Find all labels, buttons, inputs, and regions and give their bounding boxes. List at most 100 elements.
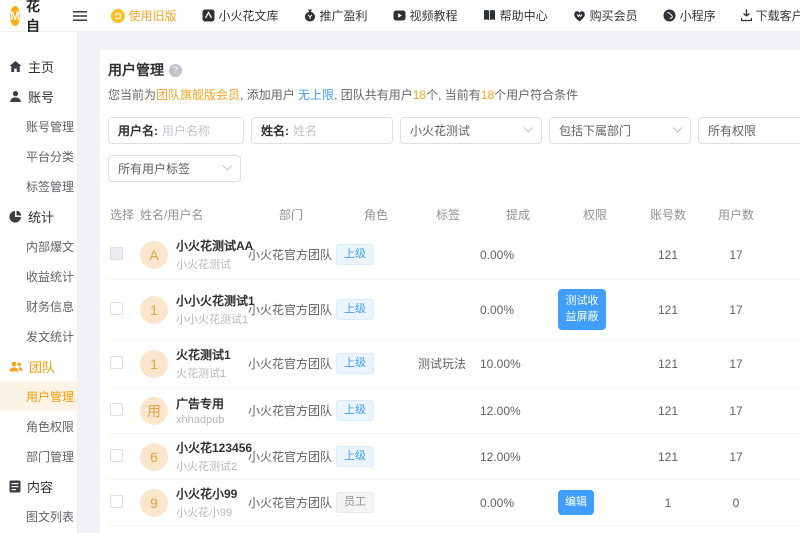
moneybag-icon (304, 9, 316, 22)
name-field[interactable]: 姓名: 姓名 (251, 117, 393, 144)
help-book-icon (483, 9, 496, 22)
nav-item-old-version[interactable]: 使用旧版 (111, 7, 177, 24)
table-row: 哈 小火花测试哈哈哈 测试哈哈 小火花官方团队 员工 0.00% 1 0 (108, 526, 800, 533)
tag-cell: 测试玩法 (416, 355, 478, 372)
accounts-cell: 121 (632, 404, 702, 418)
row-checkbox[interactable] (110, 302, 123, 315)
nav-item-download-client[interactable]: 下载客户端 (741, 7, 800, 24)
sidebar-item-tag-management[interactable]: 标签管理 (0, 171, 77, 201)
user-subname: 小火花小99 (176, 504, 237, 520)
sidebar: 主页 账号 账号管理 平台分类 标签管理 统计 内部爆文 收益统计 财务信息 发… (0, 32, 78, 533)
user-subname: xhhadpub (176, 414, 224, 426)
role-badge: 上级 (336, 244, 374, 265)
commission-cell: 0.00% (478, 248, 556, 262)
avatar: 用 (140, 397, 168, 425)
app-logo-icon: M (10, 6, 20, 26)
role-badge: 上级 (336, 400, 374, 421)
row-checkbox[interactable] (110, 356, 123, 369)
top-navbar: M 小火花自媒体 使用旧版 小火花文库 (0, 0, 800, 32)
download-icon (741, 9, 752, 22)
permission-cell: 测试收益屏蔽 (556, 289, 632, 330)
department-select[interactable]: 小火花测试 (400, 117, 542, 144)
navbar-items: 使用旧版 小火花文库 推广盈利 视频教程 (111, 7, 800, 24)
sidebar-item-user-management[interactable]: 用户管理 (0, 381, 77, 411)
sidebar-item-statistics[interactable]: 统计 (0, 201, 77, 231)
commission-cell: 10.00% (478, 357, 556, 371)
sidebar-item-article-list[interactable]: 图文列表 (0, 501, 77, 531)
avatar: A (140, 241, 168, 269)
content-icon (9, 480, 21, 493)
sidebar-item-post-statistics[interactable]: 发文统计 (0, 321, 77, 351)
library-icon (202, 9, 215, 22)
row-checkbox[interactable] (110, 403, 123, 416)
row-checkbox[interactable] (110, 495, 123, 508)
user-management-card: 用户管理 ? 您当前为团队旗舰版会员, 添加用户 无上限, 团队共有用户18个,… (100, 50, 800, 533)
main-area: 用户管理 ? 您当前为团队旗舰版会员, 添加用户 无上限, 团队共有用户18个,… (78, 32, 800, 533)
help-icon[interactable]: ? (169, 64, 182, 77)
sidebar-item-financial-info[interactable]: 财务信息 (0, 291, 77, 321)
nav-item-library[interactable]: 小火花文库 (202, 7, 279, 24)
user-subname: 小火花测试2 (176, 458, 246, 474)
avatar: 6 (140, 443, 168, 471)
accounts-cell: 1 (632, 496, 702, 510)
filter-row-2: 所有用户标签 (108, 155, 800, 182)
filter-row-1: 用户名: 用户名称 姓名: 姓名 小火花测试 包括下属部门 所有权限 (108, 117, 800, 144)
nav-item-buy-membership[interactable]: 购买会员 (573, 7, 638, 24)
row-checkbox[interactable] (110, 247, 123, 260)
accounts-cell: 121 (632, 248, 702, 262)
chevron-down-icon (223, 161, 233, 171)
user-name: 小火花测试AA (176, 237, 246, 254)
team-icon (9, 360, 23, 373)
user-icon (9, 90, 22, 103)
commission-cell: 0.00% (478, 496, 556, 510)
sidebar-item-internal-hot-articles[interactable]: 内部爆文 (0, 231, 77, 261)
user-name: 火花测试1 (176, 346, 231, 363)
sidebar-item-team[interactable]: 团队 (0, 351, 77, 381)
nav-item-help-center[interactable]: 帮助中心 (483, 7, 548, 24)
user-name: 小小火花测试1 (176, 292, 246, 309)
edit-button[interactable]: 编辑 (558, 490, 594, 515)
table-row: 6 小火花123456 小火花测试2 小火花官方团队 上级 12.00% 121… (108, 434, 800, 480)
vip-icon (573, 10, 586, 22)
total-user-count: 18 (413, 88, 426, 102)
sidebar-item-revenue-statistics[interactable]: 收益统计 (0, 261, 77, 291)
dept-cell: 小火花官方团队 (246, 494, 334, 511)
sidebar-item-platform-category[interactable]: 平台分类 (0, 141, 77, 171)
dept-cell: 小火花官方团队 (246, 246, 334, 263)
accounts-cell: 121 (632, 450, 702, 464)
table-row: 1 小小火花测试1 小小火花测试1 小火花官方团队 上级 0.00% 测试收益屏… (108, 280, 800, 340)
dept-cell: 小火花官方团队 (246, 355, 334, 372)
username-field[interactable]: 用户名: 用户名称 (108, 117, 244, 144)
sidebar-item-account-management[interactable]: 账号管理 (0, 111, 77, 141)
user-subname: 火花测试1 (176, 365, 231, 381)
sidebar-item-content[interactable]: 内容 (0, 471, 77, 501)
role-badge: 上级 (336, 446, 374, 467)
users-cell: 17 (702, 357, 768, 371)
nav-item-mini-program[interactable]: 小程序 (663, 7, 716, 24)
pie-chart-icon (9, 210, 22, 223)
permission-button[interactable]: 测试收益屏蔽 (558, 289, 606, 330)
table-row: 用 广告专用 xhhadpub 小火花官方团队 上级 12.00% 121 17 (108, 388, 800, 434)
dept-cell: 小火花官方团队 (246, 402, 334, 419)
refresh-circle-icon (111, 9, 125, 23)
sidebar-item-department-management[interactable]: 部门管理 (0, 441, 77, 471)
chevron-down-icon (673, 123, 683, 133)
avatar: 1 (140, 296, 168, 324)
row-checkbox[interactable] (110, 449, 123, 462)
user-subname: 小火花测试 (176, 256, 246, 272)
nav-item-video-tutorial[interactable]: 视频教程 (393, 7, 458, 24)
accounts-cell: 121 (632, 303, 702, 317)
user-tag-select[interactable]: 所有用户标签 (108, 155, 241, 182)
menu-toggle-button[interactable] (73, 10, 87, 22)
users-cell: 0 (702, 496, 768, 510)
avatar: 9 (140, 489, 168, 517)
users-cell: 17 (702, 248, 768, 262)
sidebar-item-role-permissions[interactable]: 角色权限 (0, 411, 77, 441)
sidebar-item-accounts[interactable]: 账号 (0, 81, 77, 111)
nav-item-promotion[interactable]: 推广盈利 (304, 7, 368, 24)
permission-select[interactable]: 所有权限 (698, 117, 800, 144)
sidebar-item-home[interactable]: 主页 (0, 51, 77, 81)
table-row: A 小火花测试AA 小火花测试 小火花官方团队 上级 0.00% 121 17 (108, 230, 800, 280)
include-sub-department-select[interactable]: 包括下属部门 (549, 117, 691, 144)
commission-cell: 12.00% (478, 450, 556, 464)
